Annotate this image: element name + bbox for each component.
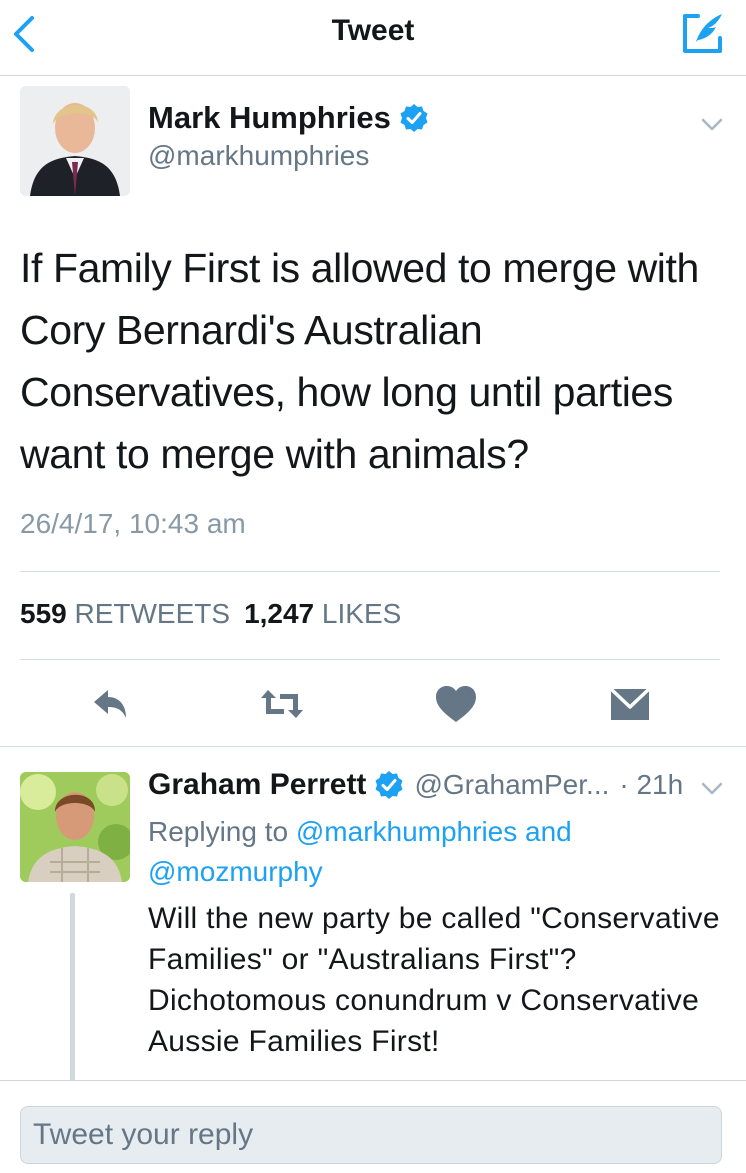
divider xyxy=(20,659,720,660)
chevron-down-icon[interactable] xyxy=(698,110,726,138)
retweet-icon[interactable] xyxy=(258,680,306,728)
author-handle[interactable]: @markhumphries xyxy=(148,140,369,172)
author-name-row: Mark Humphries xyxy=(148,100,429,136)
author-name[interactable]: Mark Humphries xyxy=(148,100,391,136)
likes-stat[interactable]: 1,247 LIKES xyxy=(244,598,401,629)
verified-badge-icon xyxy=(375,771,403,799)
divider xyxy=(0,746,746,747)
retweets-label: RETWEETS xyxy=(74,598,231,629)
retweets-count: 559 xyxy=(20,598,67,629)
replying-to-line: Replying to @markhumphries and @mozmurph… xyxy=(148,812,708,892)
reply-icon[interactable] xyxy=(88,680,136,728)
mention-link[interactable]: @markhumphries xyxy=(296,816,517,847)
author-avatar[interactable] xyxy=(20,86,130,196)
reply-timestamp: · 21h xyxy=(619,769,684,800)
replying-and[interactable]: and xyxy=(525,816,572,847)
mention-link[interactable]: @mozmurphy xyxy=(148,856,323,887)
retweets-stat[interactable]: 559 RETWEETS xyxy=(20,598,230,629)
heart-icon[interactable] xyxy=(432,680,480,728)
reply-author-handle[interactable]: @GrahamPer... xyxy=(414,769,609,801)
author-avatar-image xyxy=(20,86,130,196)
nav-bar: Tweet xyxy=(0,0,746,76)
likes-count: 1,247 xyxy=(244,598,315,629)
reply-header: Graham Perrett @GrahamPer... · 21h xyxy=(148,768,683,802)
compose-tweet-icon[interactable] xyxy=(680,10,726,56)
likes-label: LIKES xyxy=(321,598,402,629)
reply-text: Will the new party be called "Conservati… xyxy=(148,902,720,1058)
divider xyxy=(20,571,720,572)
reply-author-name[interactable]: Graham Perrett xyxy=(148,768,366,802)
chevron-down-icon[interactable] xyxy=(698,774,726,802)
verified-badge-icon xyxy=(400,104,428,132)
tweet-stats: 559 RETWEETS 1,247 LIKES xyxy=(20,598,401,630)
thread-line xyxy=(70,893,75,1083)
reply-author-avatar[interactable] xyxy=(20,772,130,882)
replying-to-label: Replying to xyxy=(148,816,289,847)
envelope-icon[interactable] xyxy=(606,680,654,728)
reply-input[interactable] xyxy=(20,1106,722,1164)
tweet-text: If Family First is allowed to merge with… xyxy=(20,245,699,477)
reply-avatar-image xyxy=(20,772,130,882)
page-title: Tweet xyxy=(331,14,415,47)
tweet-timestamp: 26/4/17, 10:43 am xyxy=(20,508,246,539)
